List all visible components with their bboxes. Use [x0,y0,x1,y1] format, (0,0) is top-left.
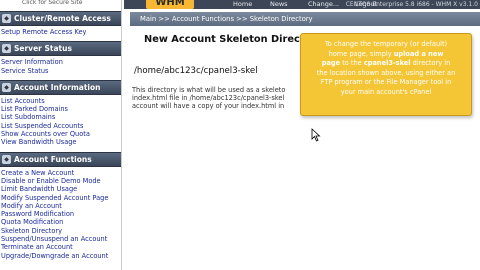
callout-line: To change the temporary (or default) [324,40,448,48]
section-header-account-information[interactable]: ◆ Account Information [0,79,121,95]
sidebar-link-create-new-account[interactable]: Create a New Account [0,169,121,177]
whm-logo[interactable]: WHM [146,0,194,9]
section-title: Account Functions [14,154,92,164]
version-info: CENTOS Enterprise 5.8 i686 - WHM X v3.1.… [345,1,478,8]
sidebar-link-modify-account[interactable]: Modify an Account [0,202,121,210]
account-functions-icon: ◆ [2,154,11,164]
sidebar: Click for Secure Site ◆ Cluster/Remote A… [0,0,122,270]
page-title: New Account Skeleton Directory [144,34,323,45]
callout-line: home page, simply upload a new [305,50,467,60]
sidebar-link-quota-modification[interactable]: Quota Modification [0,218,121,226]
sidebar-link-modify-suspended-page[interactable]: Modify Suspended Account Page [0,194,121,202]
section-header-server-status[interactable]: ◆ Server Status [0,41,121,57]
skeleton-path: /home/abc123c/cpanel3-skel [134,66,258,76]
sidebar-link-list-accounts[interactable]: List Accounts [0,97,121,105]
mouse-cursor-icon [311,128,321,142]
sidebar-link-server-information[interactable]: Server Information [0,58,121,66]
tooltip-callout: To change the temporary (or default) hom… [300,33,472,116]
account-info-icon: ◆ [2,82,11,92]
sidebar-link-limit-bandwidth[interactable]: Limit Bandwidth Usage [0,185,121,193]
section-links: List Accounts List Parked Domains List S… [0,95,121,150]
callout-text: directory in [410,59,451,68]
section-links: Setup Remote Access Key [0,26,121,39]
sidebar-link-list-subdomains[interactable]: List Subdomains [0,113,121,121]
breadcrumb: Main >> Account Functions >> Skeleton Di… [130,12,480,26]
callout-line: the location shown above, using either a… [316,68,456,77]
callout-text: to the [340,59,364,68]
section-title: Cluster/Remote Access [14,14,111,23]
callout-text: home page, simply [328,49,394,58]
sidebar-link-show-accounts-over-quota[interactable]: Show Accounts over Quota [0,130,121,138]
callout-line: FTP program or the File Manager tool in [320,78,452,87]
section-header-cluster[interactable]: ◆ Cluster/Remote Access [0,11,121,26]
callout-bold: cpanel3-skel [363,59,411,68]
sidebar-link-demo-mode[interactable]: Disable or Enable Demo Mode [0,177,121,185]
sidebar-link-service-status[interactable]: Service Status [0,67,121,75]
description: This directory is what will be used as a… [132,86,307,110]
nav-news[interactable]: News [270,0,288,8]
cluster-icon: ◆ [2,14,11,23]
callout-line: your main account's cPanel [340,87,432,96]
sidebar-link-setup-remote-access-key[interactable]: Setup Remote Access Key [0,28,121,36]
sidebar-link-skeleton-directory[interactable]: Skeleton Directory [0,227,121,235]
sidebar-link-upgrade-downgrade[interactable]: Upgrade/Downgrade an Account [0,252,121,260]
description-line: index.html file in /home/abc123c/cpanel3… [132,94,285,102]
secure-site-link[interactable]: Click for Secure Site [0,0,121,9]
section-header-account-functions[interactable]: ◆ Account Functions [0,151,121,167]
nav-home[interactable]: Home [233,0,252,8]
nav-change[interactable]: Change... [308,0,339,8]
sidebar-link-list-suspended-accounts[interactable]: List Suspended Accounts [0,122,121,130]
callout-line: page to the cpanel3-skel directory in [305,59,467,69]
sidebar-link-terminate-account[interactable]: Terminate an Account [0,243,121,251]
sidebar-link-list-parked-domains[interactable]: List Parked Domains [0,105,121,113]
description-line: This directory is what will be used as a… [132,86,286,94]
callout-bold: page [321,59,341,68]
description-line: account will have a copy of your index.h… [132,102,285,110]
sidebar-link-password-modification[interactable]: Password Modification [0,210,121,218]
sidebar-link-suspend-unsuspend[interactable]: Suspend/Unsuspend an Account [0,235,121,243]
section-links: Create a New Account Disable or Enable D… [0,167,121,263]
sidebar-link-view-bandwidth-usage[interactable]: View Bandwidth Usage [0,138,121,146]
section-title: Server Status [14,44,72,54]
section-links: Server Information Service Status [0,56,121,78]
callout-bold: upload a new [393,49,444,58]
section-title: Account Information [14,82,101,92]
server-status-icon: ◆ [2,44,11,54]
